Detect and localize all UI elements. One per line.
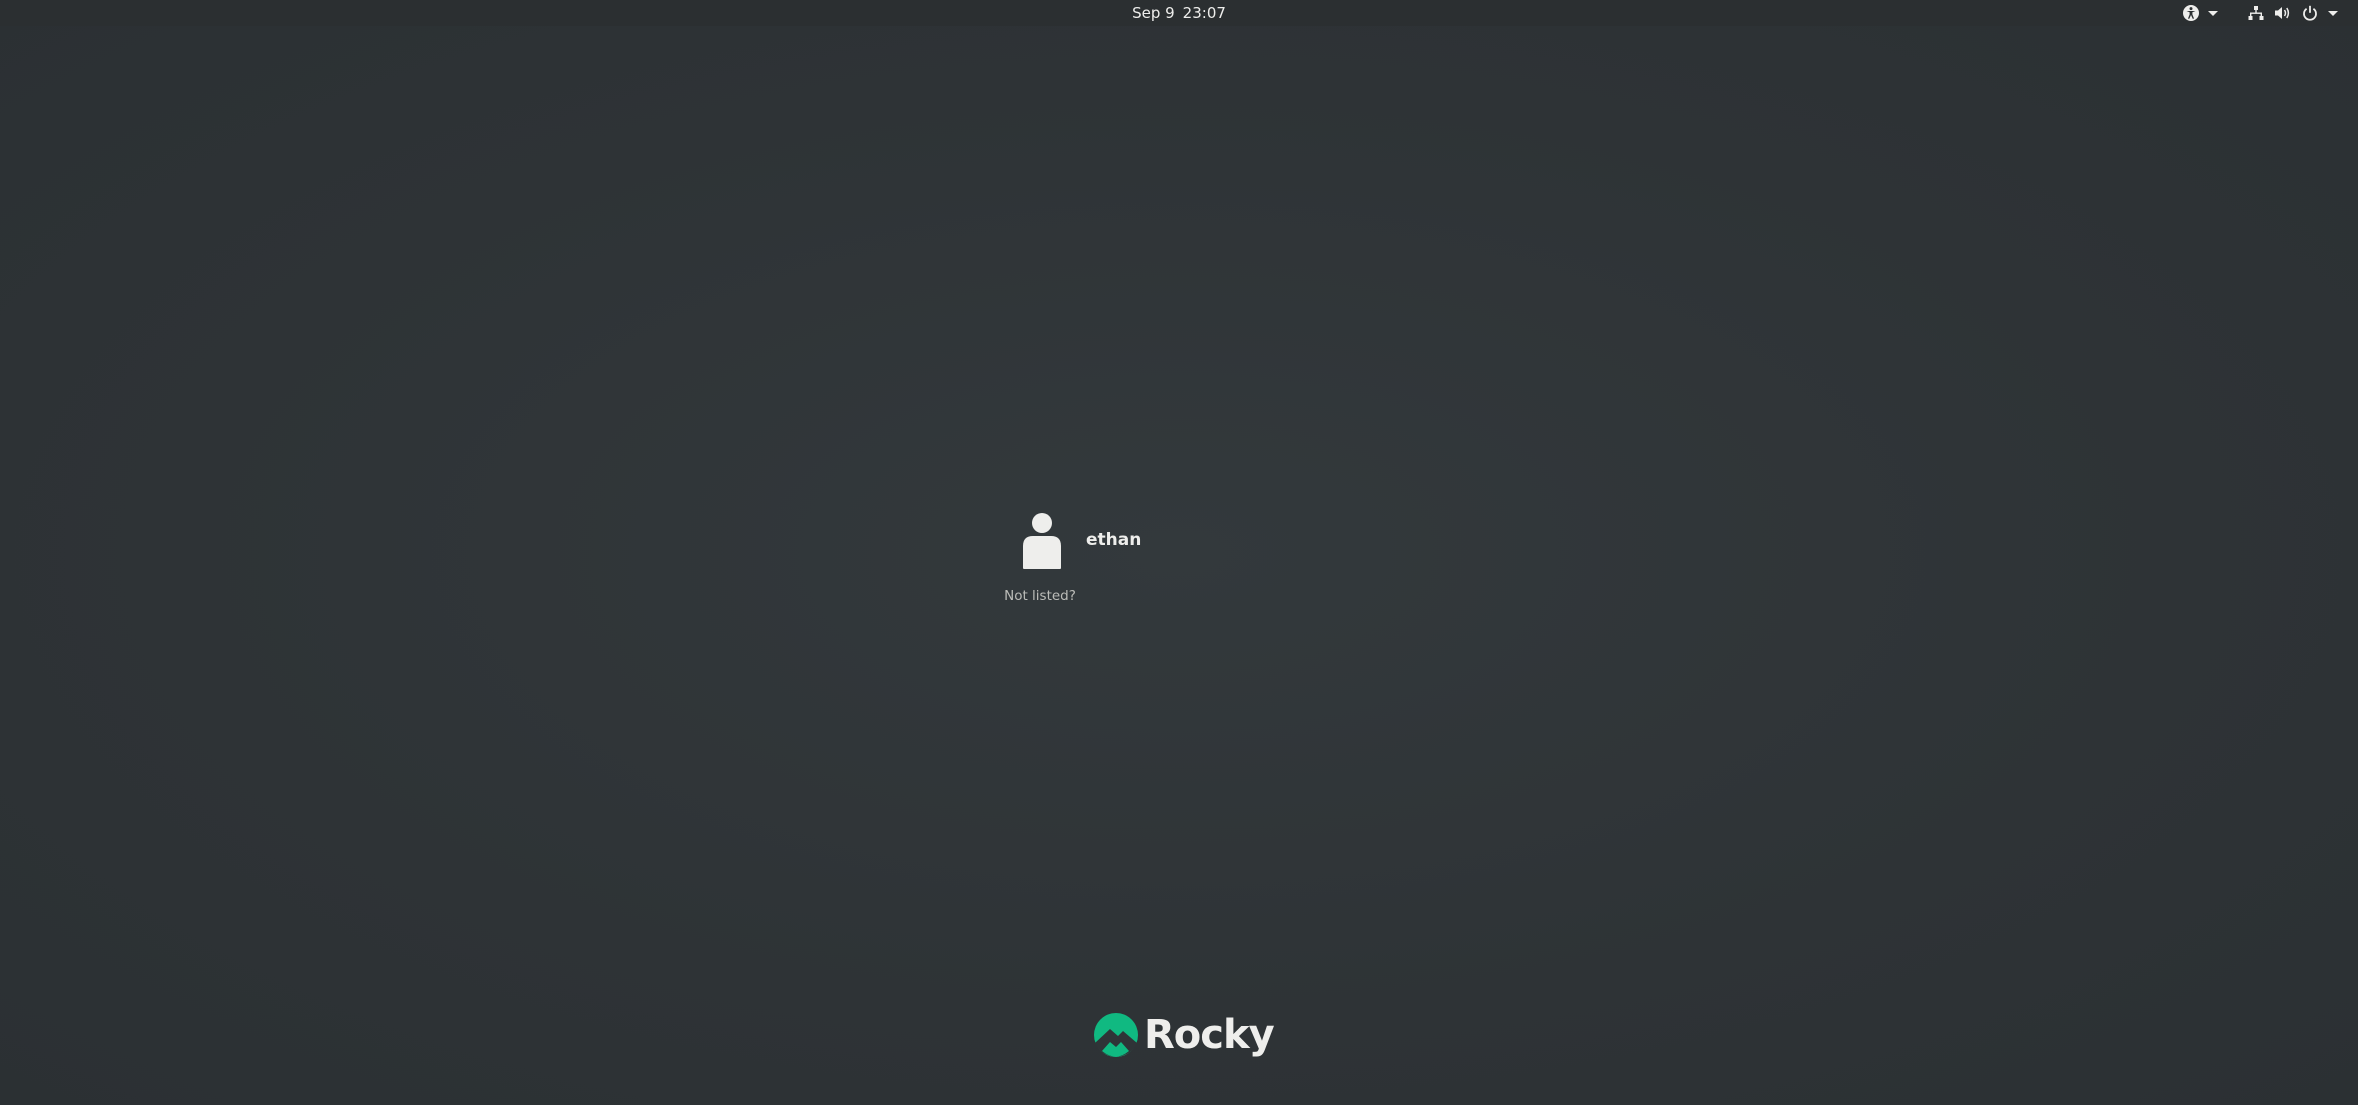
time: 23:07 xyxy=(1182,4,1226,22)
user-avatar-icon xyxy=(1014,508,1070,572)
rocky-logo-icon xyxy=(1094,1013,1138,1057)
user-item[interactable]: ethan xyxy=(1014,508,1244,572)
chevron-down-icon xyxy=(2208,10,2218,16)
date: Sep 9 xyxy=(1132,4,1175,22)
power-icon xyxy=(2303,5,2317,21)
date-time[interactable]: Sep 9 23:07 xyxy=(1110,4,1248,22)
accessibility-menu[interactable] xyxy=(2180,3,2220,23)
login-screen: Sep 9 23:07 ethan Not listed? Rocky xyxy=(0,0,2358,1105)
distro-logo: Rocky xyxy=(1092,1010,1275,1060)
system-menu[interactable] xyxy=(2248,3,2344,23)
volume-icon xyxy=(2275,7,2290,19)
not-listed-button[interactable]: Not listed? xyxy=(1000,588,1080,604)
username-label: ethan xyxy=(1086,530,1142,550)
top-bar: Sep 9 23:07 xyxy=(0,0,2358,26)
accessibility-icon xyxy=(2183,5,2199,21)
chevron-down-icon xyxy=(2328,10,2338,16)
network-icon xyxy=(2248,6,2264,20)
brand-name: Rocky xyxy=(1144,1012,1275,1058)
